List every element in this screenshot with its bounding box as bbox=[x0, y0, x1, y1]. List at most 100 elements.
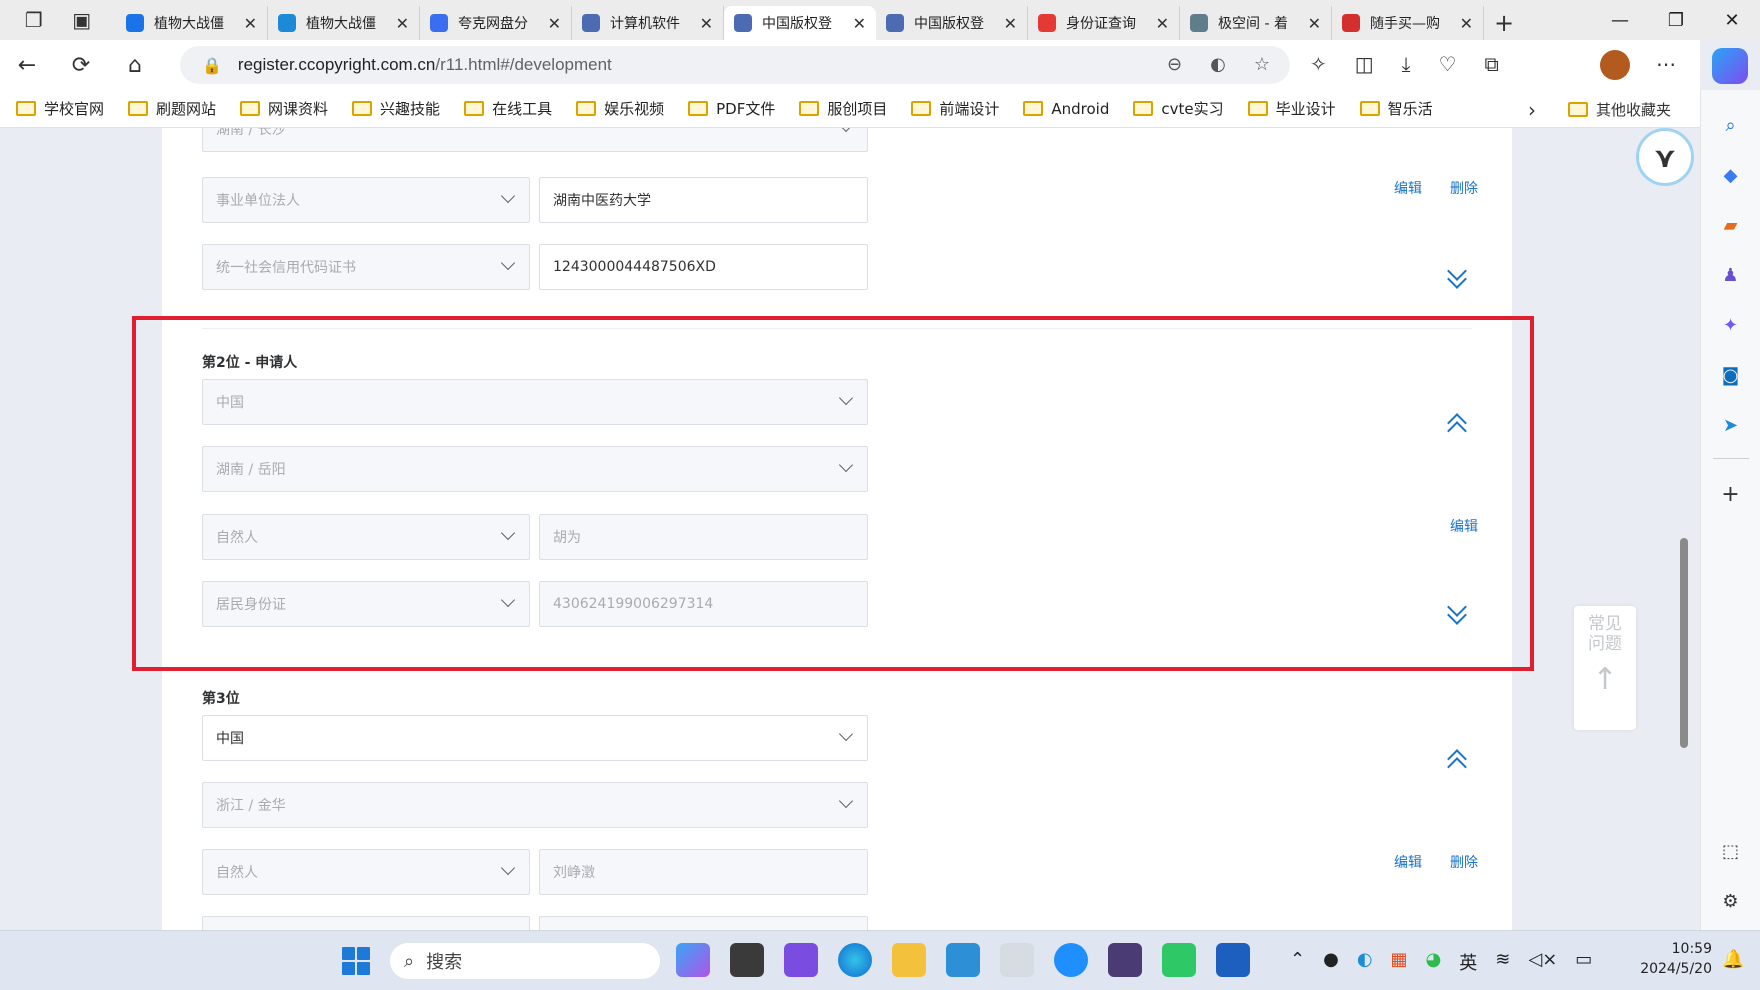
bookmark-folder[interactable]: 毕业设计 bbox=[1247, 98, 1336, 119]
bookmark-folder[interactable]: cvte实习 bbox=[1133, 98, 1224, 119]
tab-close-icon[interactable]: ✕ bbox=[1460, 14, 1473, 33]
tab-close-icon[interactable]: ✕ bbox=[700, 14, 713, 33]
copilot-app-icon[interactable] bbox=[676, 943, 710, 977]
bookmark-folder[interactable]: PDF文件 bbox=[688, 98, 775, 119]
edge-tray-icon[interactable]: ◐ bbox=[1357, 949, 1373, 975]
tab-close-icon[interactable]: ✕ bbox=[548, 14, 561, 33]
region-select-1[interactable]: 湖南 / 长沙 bbox=[202, 128, 868, 152]
bookmark-folder[interactable]: 智乐活 bbox=[1359, 98, 1433, 119]
bookmark-folder[interactable]: Android bbox=[1023, 98, 1109, 119]
favorite-star-icon[interactable]: ☆ bbox=[1254, 54, 1270, 75]
edit-link-3[interactable]: 编辑 bbox=[1394, 852, 1422, 872]
battery-icon[interactable]: ▭ bbox=[1575, 949, 1592, 975]
close-window-icon[interactable]: ✕ bbox=[1704, 0, 1760, 40]
vertical-tabs-icon[interactable]: ▣ bbox=[72, 8, 91, 32]
volume-muted-icon[interactable]: ◁× bbox=[1528, 949, 1557, 975]
copilot-sidebar-icon[interactable]: ✦ bbox=[1716, 310, 1746, 340]
tab-close-icon[interactable]: ✕ bbox=[244, 14, 257, 33]
collapse-up-icon[interactable] bbox=[1444, 744, 1470, 777]
bookmark-folder[interactable]: 前端设计 bbox=[911, 98, 999, 119]
word-icon[interactable] bbox=[1216, 943, 1250, 977]
ime-indicator[interactable]: 英 bbox=[1459, 949, 1477, 975]
clock[interactable]: 10:59 2024/5/20 bbox=[1632, 939, 1712, 979]
copilot-icon[interactable] bbox=[1712, 48, 1748, 84]
workspaces-icon[interactable]: ❐ bbox=[25, 8, 43, 32]
edge-browser-icon[interactable] bbox=[838, 943, 872, 977]
browser-tab[interactable]: 随手买—购 ✕ bbox=[1332, 6, 1484, 40]
notification-bell-icon[interactable]: 🔔 bbox=[1722, 949, 1744, 970]
id-number-input-3[interactable] bbox=[539, 916, 868, 930]
delete-link-1[interactable]: 删除 bbox=[1450, 178, 1478, 198]
settings-gear-icon[interactable]: ⚙ bbox=[1716, 886, 1746, 916]
back-to-top-icon[interactable]: ↑ bbox=[1574, 662, 1636, 697]
other-bookmarks[interactable]: 其他收藏夹 bbox=[1568, 90, 1671, 128]
scrollbar-thumb[interactable] bbox=[1680, 538, 1688, 748]
color-app-icon[interactable]: ▦ bbox=[1391, 949, 1408, 975]
start-windows-icon[interactable] bbox=[342, 947, 370, 975]
profile-avatar[interactable] bbox=[1600, 50, 1630, 80]
browser-tab[interactable]: 植物大战僵 ✕ bbox=[268, 6, 420, 40]
applicant-type-select-3[interactable]: 自然人 bbox=[202, 849, 530, 895]
games-icon[interactable]: ♟ bbox=[1716, 260, 1746, 290]
taskbar-search[interactable]: ⌕ 搜索 bbox=[390, 943, 660, 979]
tab-close-icon[interactable]: ✕ bbox=[1004, 14, 1017, 33]
collections-icon[interactable]: ⧉ bbox=[1484, 52, 1498, 76]
refresh-icon[interactable]: ⟳ bbox=[54, 53, 108, 78]
chevron-up-icon[interactable]: ⌃ bbox=[1290, 949, 1305, 975]
send-icon[interactable]: ➤ bbox=[1716, 410, 1746, 440]
cnki-icon[interactable] bbox=[946, 943, 980, 977]
assistant-avatar[interactable]: ⋎ bbox=[1636, 128, 1694, 186]
bookmark-folder[interactable]: 兴趣技能 bbox=[352, 98, 440, 119]
tab-close-icon[interactable]: ✕ bbox=[1156, 14, 1169, 33]
country-select-3[interactable]: 中国 bbox=[202, 715, 868, 761]
outlook-icon[interactable]: ◙ bbox=[1716, 360, 1746, 390]
tab-close-icon[interactable]: ✕ bbox=[396, 14, 409, 33]
id-type-select-1[interactable]: 统一社会信用代码证书 bbox=[202, 244, 530, 290]
bookmarks-overflow-icon[interactable]: › bbox=[1528, 98, 1536, 122]
app-store-icon[interactable] bbox=[1054, 943, 1088, 977]
wechat-icon[interactable]: ◕ bbox=[1426, 949, 1442, 975]
search-icon[interactable]: ⌕ bbox=[1716, 110, 1746, 140]
downloads-icon[interactable]: ⤓ bbox=[1402, 52, 1411, 76]
name-input-3[interactable]: 刘峥澂 bbox=[539, 849, 868, 895]
file-explorer-icon[interactable] bbox=[892, 943, 926, 977]
lock-icon[interactable]: 🔒 bbox=[202, 56, 222, 75]
delete-link-3[interactable]: 删除 bbox=[1450, 852, 1478, 872]
home-icon[interactable]: ⌂ bbox=[108, 53, 162, 78]
split-screen-icon[interactable]: ◫ bbox=[1355, 52, 1374, 76]
restore-icon[interactable]: ❐ bbox=[1648, 0, 1704, 40]
tab-close-icon[interactable]: ✕ bbox=[1308, 14, 1321, 33]
bookmark-folder[interactable]: 娱乐视频 bbox=[576, 98, 664, 119]
wifi-icon[interactable]: ≋ bbox=[1495, 949, 1510, 975]
bookmark-folder[interactable]: 网课资料 bbox=[240, 98, 328, 119]
browser-tab[interactable]: 植物大战僵 ✕ bbox=[116, 6, 268, 40]
id-type-select-3[interactable] bbox=[202, 916, 530, 930]
bookmark-folder[interactable]: 刷题网站 bbox=[128, 98, 216, 119]
bookmark-folder[interactable]: 服创项目 bbox=[799, 98, 887, 119]
screenshot-icon[interactable]: ⬚ bbox=[1716, 836, 1746, 866]
id-number-input-1[interactable]: 1243000044487506XD bbox=[539, 244, 868, 290]
url-text[interactable]: register.ccopyright.com.cn/r11.html#/dev… bbox=[238, 55, 612, 75]
extensions-icon[interactable]: ✧ bbox=[1310, 52, 1327, 76]
minimize-icon[interactable]: — bbox=[1592, 0, 1648, 40]
performance-icon[interactable]: ♡ bbox=[1439, 52, 1457, 76]
faq-widget[interactable]: 常见问题 ↑ bbox=[1574, 606, 1636, 730]
new-tab-button[interactable]: + bbox=[1484, 6, 1524, 40]
zoom-icon[interactable]: ⊖ bbox=[1167, 54, 1182, 75]
cat-app-icon[interactable] bbox=[1108, 943, 1142, 977]
browser-tab[interactable]: 中国版权登 ✕ bbox=[724, 6, 876, 40]
name-input-1[interactable]: 湖南中医药大学 bbox=[539, 177, 868, 223]
code-app-icon[interactable] bbox=[1162, 943, 1196, 977]
applicant-type-select-1[interactable]: 事业单位法人 bbox=[202, 177, 530, 223]
tag-icon[interactable]: ◆ bbox=[1716, 160, 1746, 190]
region-select-3[interactable]: 浙江 / 金华 bbox=[202, 782, 868, 828]
browser-tab[interactable]: 计算机软件 ✕ bbox=[572, 6, 724, 40]
address-bar[interactable]: 🔒 register.ccopyright.com.cn/r11.html#/d… bbox=[180, 46, 1290, 84]
qq-icon[interactable]: ● bbox=[1323, 949, 1339, 975]
edit-link-1[interactable]: 编辑 bbox=[1394, 178, 1422, 198]
bookmark-folder[interactable]: 在线工具 bbox=[464, 98, 552, 119]
browser-tab[interactable]: 身份证查询 ✕ bbox=[1028, 6, 1180, 40]
bookmark-folder[interactable]: 学校官网 bbox=[16, 98, 104, 119]
back-icon[interactable]: ← bbox=[0, 53, 54, 78]
more-menu-icon[interactable]: ⋯ bbox=[1656, 52, 1676, 76]
